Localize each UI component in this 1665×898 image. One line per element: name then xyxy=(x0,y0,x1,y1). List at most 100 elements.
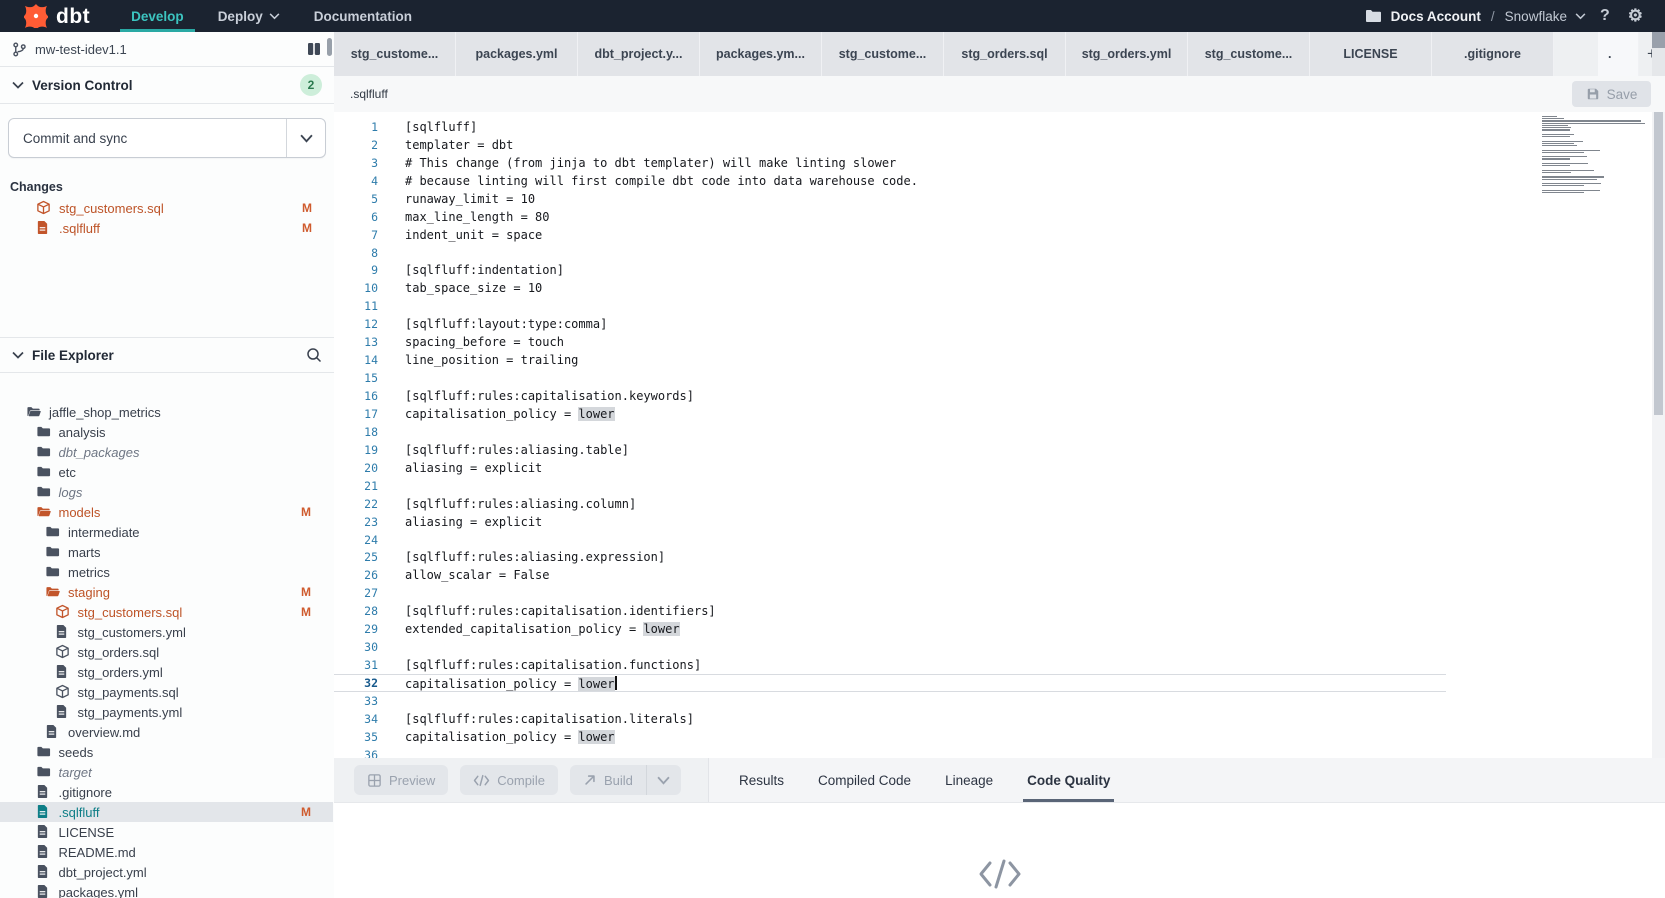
code-line-33[interactable]: 33 xyxy=(334,692,1665,710)
code-line-2[interactable]: 2templater = dbt xyxy=(334,136,1665,154)
tree-item-stg_payments.yml[interactable]: stg_payments.yml xyxy=(0,702,333,722)
editor-tab[interactable]: dbt_project.y... xyxy=(578,32,700,76)
panel-tab-compiled-code[interactable]: Compiled Code xyxy=(818,758,911,802)
editor-scrollbar[interactable] xyxy=(1652,112,1665,758)
code-line-27[interactable]: 27 xyxy=(334,584,1665,602)
tree-item-stg_orders.yml[interactable]: stg_orders.yml xyxy=(0,662,333,682)
tree-item-packages.yml[interactable]: packages.yml xyxy=(0,882,333,898)
code-line-34[interactable]: 34[sqlfluff:rules:capitalisation.literal… xyxy=(334,710,1665,728)
editor-tab[interactable]: .gitignore xyxy=(1432,32,1554,76)
search-icon[interactable] xyxy=(306,347,322,363)
gear-icon[interactable]: ⚙ xyxy=(1624,6,1647,26)
code-line-6[interactable]: 6max_line_length = 80 xyxy=(334,208,1665,226)
file-explorer-header[interactable]: File Explorer xyxy=(0,337,334,373)
code-line-4[interactable]: 4# because linting will first compile db… xyxy=(334,172,1665,190)
account-switcher[interactable]: Docs Account / Snowflake xyxy=(1391,9,1586,24)
code-line-10[interactable]: 10tab_space_size = 10 xyxy=(334,279,1665,297)
compile-button[interactable]: Compile xyxy=(460,765,558,795)
code-line-14[interactable]: 14line_position = trailing xyxy=(334,351,1665,369)
tree-item-logs[interactable]: logs xyxy=(0,482,333,502)
code-line-36[interactable]: 36 xyxy=(334,746,1665,758)
dbt-logo[interactable]: dbt xyxy=(0,0,104,32)
code-line-16[interactable]: 16[sqlfluff:rules:capitalisation.keyword… xyxy=(334,387,1665,405)
tree-item-metrics[interactable]: metrics xyxy=(0,562,333,582)
editor-tab[interactable]: stg_custome... xyxy=(334,32,456,76)
changes-count-badge[interactable]: 2 xyxy=(300,74,322,96)
editor-tab[interactable]: stg_custome... xyxy=(822,32,944,76)
tree-item-staging[interactable]: stagingM xyxy=(0,582,333,602)
panel-tab-results[interactable]: Results xyxy=(739,758,784,802)
editor-tab[interactable]: packages.ym... xyxy=(700,32,822,76)
tree-item-marts[interactable]: marts xyxy=(0,542,333,562)
build-button[interactable]: Build xyxy=(570,765,646,795)
editor-tab[interactable]: LICENSE xyxy=(1310,32,1432,76)
tree-item-etc[interactable]: etc xyxy=(0,462,333,482)
code-line-29[interactable]: 29extended_capitalisation_policy = lower xyxy=(334,620,1665,638)
code-line-15[interactable]: 15 xyxy=(334,369,1665,387)
editor-tab[interactable]: stg_custome... xyxy=(1188,32,1310,76)
code-line-13[interactable]: 13spacing_before = touch xyxy=(334,333,1665,351)
code-line-31[interactable]: 31[sqlfluff:rules:capitalisation.functio… xyxy=(334,656,1665,674)
tree-item-stg_customers.yml[interactable]: stg_customers.yml xyxy=(0,622,333,642)
tree-item-.sqlfluff[interactable]: .sqlfluffM xyxy=(0,802,333,822)
commit-and-sync-button[interactable]: Commit and sync xyxy=(8,118,326,158)
code-line-9[interactable]: 9[sqlfluff:indentation] xyxy=(334,262,1665,280)
tree-item-seeds[interactable]: seeds xyxy=(0,742,333,762)
sidebar-scrollbar[interactable] xyxy=(327,38,332,56)
commit-options-caret[interactable] xyxy=(286,119,325,157)
minimap[interactable] xyxy=(1542,116,1650,196)
code-line-11[interactable]: 11 xyxy=(334,297,1665,315)
change-item-.sqlfluff[interactable]: .sqlfluffM xyxy=(0,218,334,238)
code-line-25[interactable]: 25[sqlfluff:rules:aliasing.expression] xyxy=(334,549,1665,567)
code-line-28[interactable]: 28[sqlfluff:rules:capitalisation.identif… xyxy=(334,602,1665,620)
code-line-12[interactable]: 12[sqlfluff:layout:type:comma] xyxy=(334,315,1665,333)
panels-icon[interactable] xyxy=(306,42,322,56)
code-line-7[interactable]: 7indent_unit = space xyxy=(334,226,1665,244)
code-line-3[interactable]: 3# This change (from jinja to dbt templa… xyxy=(334,154,1665,172)
code-line-21[interactable]: 21 xyxy=(334,477,1665,495)
code-line-26[interactable]: 26allow_scalar = False xyxy=(334,566,1665,584)
code-line-32[interactable]: 32capitalisation_policy = lower xyxy=(334,674,1446,692)
nav-item-develop[interactable]: Develop xyxy=(114,0,201,32)
tree-item-stg_payments.sql[interactable]: stg_payments.sql xyxy=(0,682,333,702)
tree-item-target[interactable]: target xyxy=(0,762,333,782)
code-line-5[interactable]: 5runaway_limit = 10 xyxy=(334,190,1665,208)
tree-item-overview.md[interactable]: overview.md xyxy=(0,722,333,742)
tree-item-LICENSE[interactable]: LICENSE xyxy=(0,822,333,842)
tree-item-models[interactable]: modelsM xyxy=(0,502,333,522)
tree-item-stg_customers.sql[interactable]: stg_customers.sqlM xyxy=(0,602,333,622)
tree-item-stg_orders.sql[interactable]: stg_orders.sql xyxy=(0,642,333,662)
tree-item-jaffle_shop_metrics[interactable]: jaffle_shop_metrics xyxy=(0,402,333,422)
editor-tab[interactable]: stg_orders.yml xyxy=(1066,32,1188,76)
tree-item-dbt_project.yml[interactable]: dbt_project.yml xyxy=(0,862,333,882)
code-line-23[interactable]: 23aliasing = explicit xyxy=(334,513,1665,531)
help-icon[interactable]: ? xyxy=(1596,7,1614,25)
code-line-18[interactable]: 18 xyxy=(334,423,1665,441)
code-line-22[interactable]: 22[sqlfluff:rules:aliasing.column] xyxy=(334,495,1665,513)
editor-scrollbar-thumb[interactable] xyxy=(1654,112,1663,415)
code-line-24[interactable]: 24 xyxy=(334,531,1665,549)
code-line-8[interactable]: 8 xyxy=(334,244,1665,262)
save-button[interactable]: Save xyxy=(1572,81,1651,107)
nav-item-documentation[interactable]: Documentation xyxy=(297,0,429,32)
editor-tab[interactable]: packages.yml xyxy=(456,32,578,76)
preview-button[interactable]: Preview xyxy=(354,765,448,795)
build-options-caret[interactable] xyxy=(646,765,681,795)
tree-item-analysis[interactable]: analysis xyxy=(0,422,333,442)
tree-item-README.md[interactable]: README.md xyxy=(0,842,333,862)
code-editor[interactable]: 1[sqlfluff]2templater = dbt3# This chang… xyxy=(334,112,1665,758)
code-line-17[interactable]: 17capitalisation_policy = lower xyxy=(334,405,1665,423)
code-line-20[interactable]: 20aliasing = explicit xyxy=(334,459,1665,477)
editor-tab[interactable]: stg_orders.sql xyxy=(944,32,1066,76)
version-control-header[interactable]: Version Control 2 xyxy=(0,67,334,104)
editor-tab-active-partial[interactable]: . xyxy=(1598,32,1639,76)
code-line-35[interactable]: 35capitalisation_policy = lower xyxy=(334,728,1665,746)
tree-item-intermediate[interactable]: intermediate xyxy=(0,522,333,542)
tabbar-scroll-corner[interactable] xyxy=(1652,32,1665,48)
tree-item-dbt_packages[interactable]: dbt_packages xyxy=(0,442,333,462)
code-line-19[interactable]: 19[sqlfluff:rules:aliasing.table] xyxy=(334,441,1665,459)
code-line-30[interactable]: 30 xyxy=(334,638,1665,656)
nav-item-deploy[interactable]: Deploy xyxy=(201,0,297,32)
panel-tab-code-quality[interactable]: Code Quality xyxy=(1027,758,1110,802)
tree-item-.gitignore[interactable]: .gitignore xyxy=(0,782,333,802)
